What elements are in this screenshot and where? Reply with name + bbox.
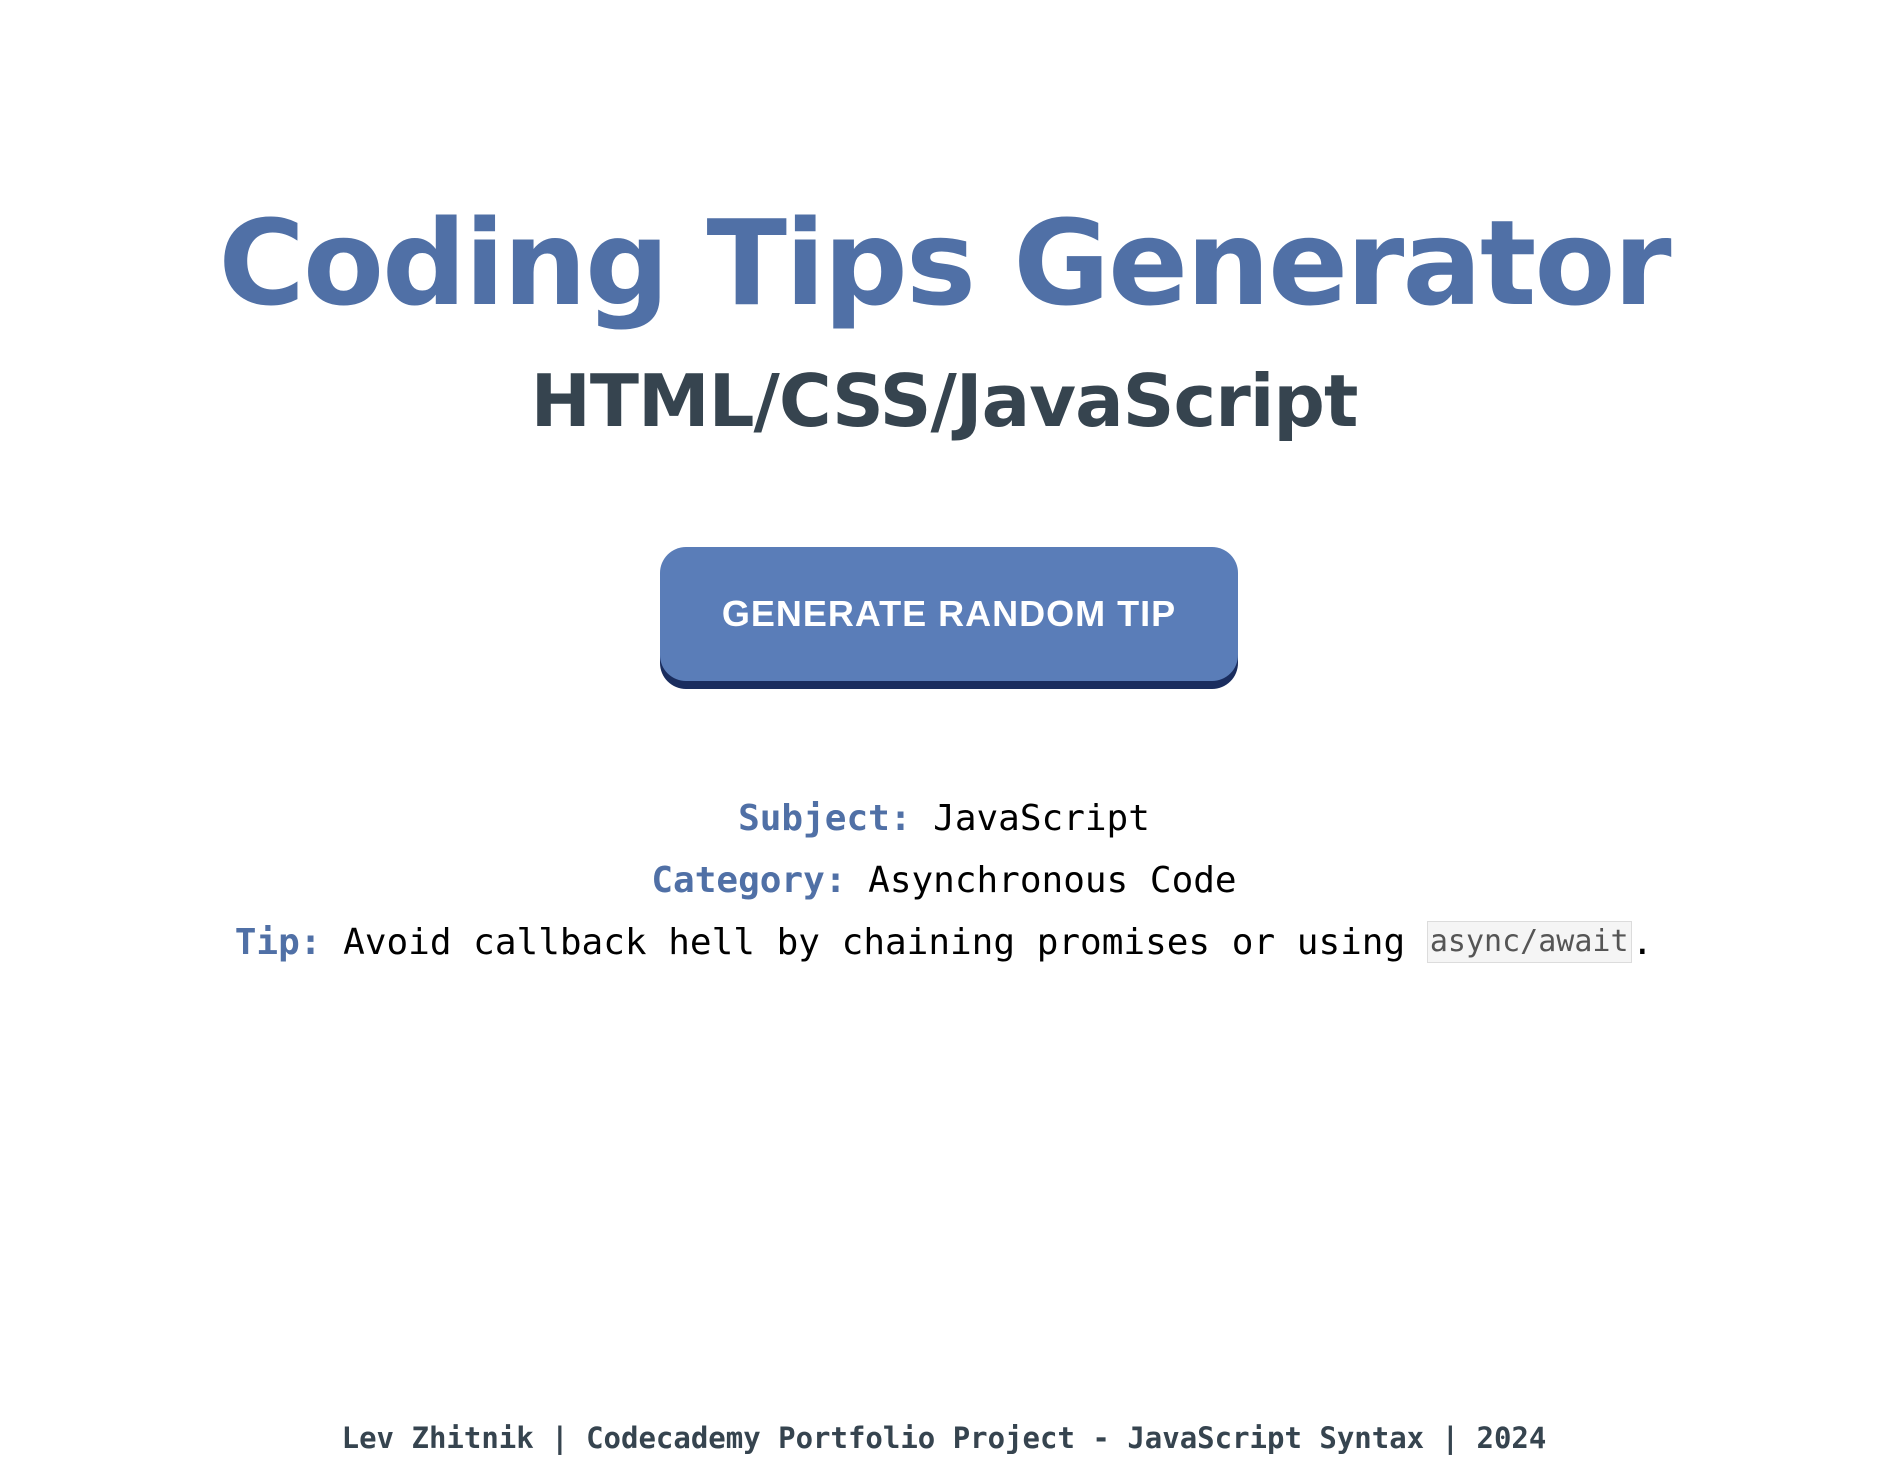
- tip-text-end: .: [1631, 922, 1654, 963]
- footer-credits: Lev Zhitnik | Codecademy Portfolio Proje…: [341, 1421, 1547, 1455]
- category-value: Asynchronous Code: [868, 860, 1237, 901]
- page-subtitle: HTML/CSS/JavaScript: [530, 359, 1359, 443]
- category-label: Category:: [651, 860, 847, 901]
- tip-text: Avoid callback hell by chaining promises…: [343, 922, 1406, 963]
- tip-panel: Subject: JavaScript Category: Asynchrono…: [0, 788, 1888, 974]
- subject-value: JavaScript: [933, 798, 1150, 839]
- tip-code-snippet: async/await: [1426, 921, 1632, 963]
- subject-row: Subject: JavaScript: [0, 788, 1888, 850]
- tip-row: Tip: Avoid callback hell by chaining pro…: [0, 912, 1888, 974]
- subject-label: Subject:: [738, 798, 912, 839]
- generate-random-tip-button[interactable]: GENERATE RANDOM TIP: [660, 547, 1238, 681]
- page-title: Coding Tips Generator: [218, 194, 1671, 332]
- page: Coding Tips Generator HTML/CSS/JavaScrip…: [0, 0, 1888, 1482]
- category-row: Category: Asynchronous Code: [0, 850, 1888, 912]
- tip-label: Tip:: [234, 922, 322, 963]
